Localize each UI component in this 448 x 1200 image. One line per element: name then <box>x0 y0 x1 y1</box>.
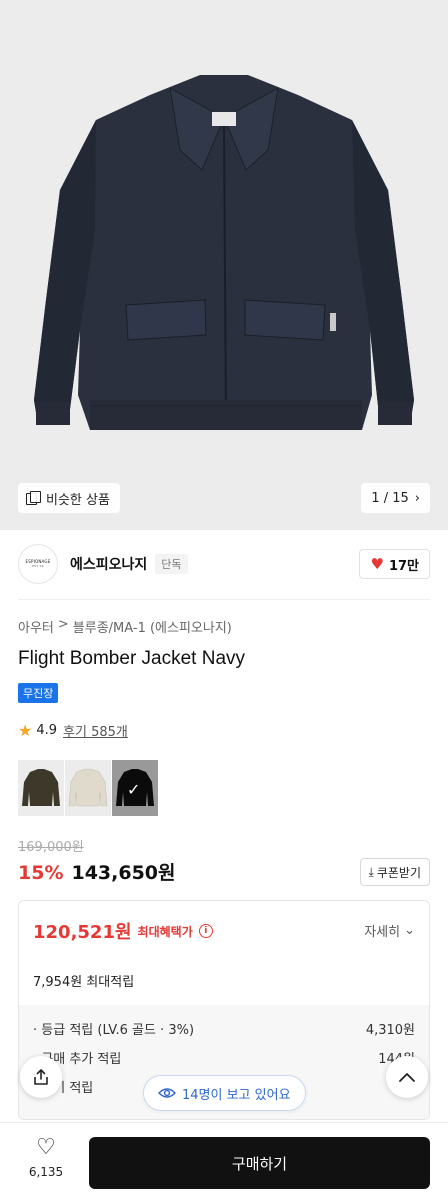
star-icon: ★ <box>18 721 33 740</box>
detail-label: 자세히 <box>364 925 401 940</box>
copy-icon <box>26 491 41 505</box>
price-row: 15% 143,650원 <box>18 858 176 885</box>
benefit-line-value: 4,310원 <box>365 1023 415 1038</box>
brand-like-count: 17만 <box>388 558 419 574</box>
max-benefit-label: 최대혜택가 <box>137 924 193 939</box>
swatch-olive-image <box>22 769 60 806</box>
scroll-top-button[interactable] <box>386 1056 428 1098</box>
coupon-label: 쿠폰받기 <box>376 865 421 880</box>
max-points: 7,954원 최대적립 <box>33 975 135 990</box>
color-swatches: ✓ <box>18 760 158 816</box>
wishlist-count: 6,135 <box>28 1165 64 1179</box>
rating-row[interactable]: ★ 4.9 후기 585개 <box>18 721 128 740</box>
free-shipping-badge: 무진장 <box>18 683 59 703</box>
similar-products-button[interactable]: 비슷한 상품 <box>18 483 120 513</box>
max-benefit-price: 120,521원 최대혜택가 i <box>33 918 213 944</box>
swatch-beige[interactable] <box>65 760 111 816</box>
coupon-button[interactable]: ⤓ 쿠폰받기 <box>359 858 430 886</box>
brand-row: ESPIONAGE EST 04 에스피오나지 단독 ♥ 17만 <box>0 540 448 588</box>
discount-rate: 15% <box>18 862 64 884</box>
review-link[interactable]: 후기 585개 <box>63 721 128 740</box>
exclusive-tag: 단독 <box>155 554 188 574</box>
heart-outline-icon: ♡ <box>36 1135 56 1160</box>
benefit-line-label: · 등급 적립 (LV.6 골드 · 3%) <box>33 1023 195 1038</box>
brand-logo-sub: EST 04 <box>32 564 44 568</box>
rating-score: 4.9 <box>36 723 58 738</box>
viewer-count-pill: 14명이 보고 있어요 <box>143 1075 306 1111</box>
image-pager[interactable]: 1 / 15 › <box>361 483 430 513</box>
brand-like-button[interactable]: ♥ 17만 <box>359 549 430 579</box>
brand-logo[interactable]: ESPIONAGE EST 04 <box>18 544 58 584</box>
chevron-down-icon: ⌄ <box>404 923 415 938</box>
product-title: Flight Bomber Jacket Navy <box>18 648 246 669</box>
info-icon[interactable]: i <box>198 924 213 938</box>
share-button[interactable] <box>20 1056 62 1098</box>
share-icon <box>34 1069 48 1085</box>
jacket-image <box>34 75 414 430</box>
swatch-olive[interactable] <box>18 760 64 816</box>
swatch-black[interactable]: ✓ <box>112 760 158 816</box>
heart-filled-icon: ♥ <box>370 555 384 573</box>
benefit-line: · 구매 추가 적립 144원 <box>33 1048 415 1077</box>
breadcrumb-separator: > <box>57 617 69 632</box>
swatch-beige-image <box>68 768 108 807</box>
product-image-gallery[interactable]: 비슷한 상품 1 / 15 › <box>0 0 448 530</box>
similar-products-label: 비슷한 상품 <box>46 492 110 508</box>
eye-icon <box>158 1088 176 1098</box>
chevron-right-icon: › <box>414 490 420 506</box>
viewer-count-text: 14명이 보고 있어요 <box>182 1087 291 1103</box>
wishlist-button[interactable]: ♡ 6,135 <box>22 1135 70 1179</box>
divider <box>18 599 430 600</box>
original-price: 169,000원 <box>18 840 84 855</box>
chevron-up-icon <box>399 1073 415 1082</box>
pager-text: 1 / 15 <box>371 490 409 506</box>
breadcrumb: 아우터 > 블루종/MA-1 (에스피오나지) <box>18 617 232 636</box>
breadcrumb-subcategory[interactable]: 블루종/MA-1 (에스피오나지) <box>73 617 232 636</box>
brand-name[interactable]: 에스피오나지 <box>70 554 147 574</box>
sale-price: 143,650원 <box>71 862 176 884</box>
benefit-detail-toggle[interactable]: 자세히 ⌄ <box>364 921 415 940</box>
bottom-action-bar: ♡ 6,135 구매하기 <box>0 1122 448 1200</box>
max-benefit-amount: 120,521원 <box>33 922 132 943</box>
download-icon: ⤓ <box>368 864 374 879</box>
benefit-line: · 등급 적립 (LV.6 골드 · 3%) 4,310원 <box>33 1019 415 1048</box>
buy-button[interactable]: 구매하기 <box>89 1137 430 1189</box>
check-icon: ✓ <box>127 780 141 799</box>
breadcrumb-category[interactable]: 아우터 <box>18 617 54 636</box>
benefit-summary: 120,521원 최대혜택가 i 자세히 ⌄ 7,954원 최대적립 <box>19 901 429 1001</box>
